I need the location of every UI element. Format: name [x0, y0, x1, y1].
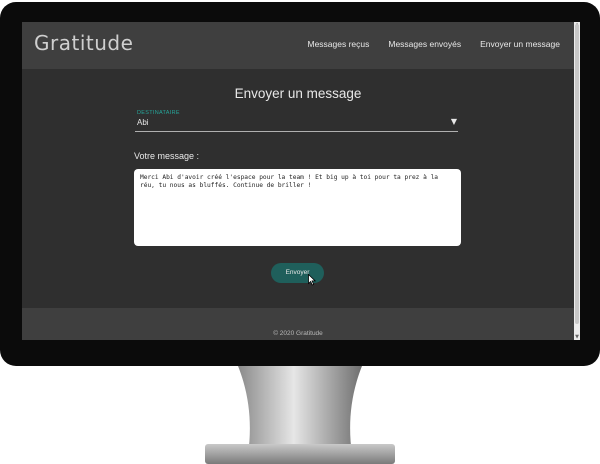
- scrollbar-thumb[interactable]: [575, 24, 579, 324]
- message-label: Votre message :: [134, 151, 200, 161]
- recipient-label: DESTINATAIRE: [137, 110, 180, 116]
- browser-viewport: Gratitude Messages reçus Messages envoyé…: [22, 22, 580, 340]
- nav-link-received[interactable]: Messages reçus: [307, 39, 369, 49]
- vertical-scrollbar[interactable]: ▲ ▼: [574, 22, 580, 340]
- recipient-select[interactable]: Abi ▼: [135, 117, 458, 132]
- monitor-stand-base: [205, 444, 395, 464]
- brand-logo[interactable]: Gratitude: [34, 31, 133, 55]
- message-textarea[interactable]: Merci Abi d'avoir créé l'espace pour la …: [134, 169, 461, 246]
- recipient-selected-value: Abi: [137, 118, 149, 127]
- nav-link-send-message[interactable]: Envoyer un message: [480, 39, 560, 49]
- nav-link-sent[interactable]: Messages envoyés: [388, 39, 461, 49]
- send-button[interactable]: Envoyer: [271, 263, 324, 283]
- mouse-pointer-icon: [308, 274, 316, 286]
- page-title: Envoyer un message: [234, 86, 362, 101]
- nav-links: Messages reçus Messages envoyés Envoyer …: [307, 39, 560, 49]
- monitor-stand-neck: [238, 366, 362, 454]
- footer: © 2020 Gratitude: [22, 308, 574, 340]
- scroll-down-icon[interactable]: ▼: [574, 334, 580, 340]
- navbar: Gratitude Messages reçus Messages envoyé…: [22, 22, 574, 69]
- footer-copyright: © 2020 Gratitude: [273, 330, 323, 337]
- triangle-down-icon[interactable]: ▼: [451, 117, 457, 126]
- monitor-frame: Gratitude Messages reçus Messages envoyé…: [0, 2, 600, 366]
